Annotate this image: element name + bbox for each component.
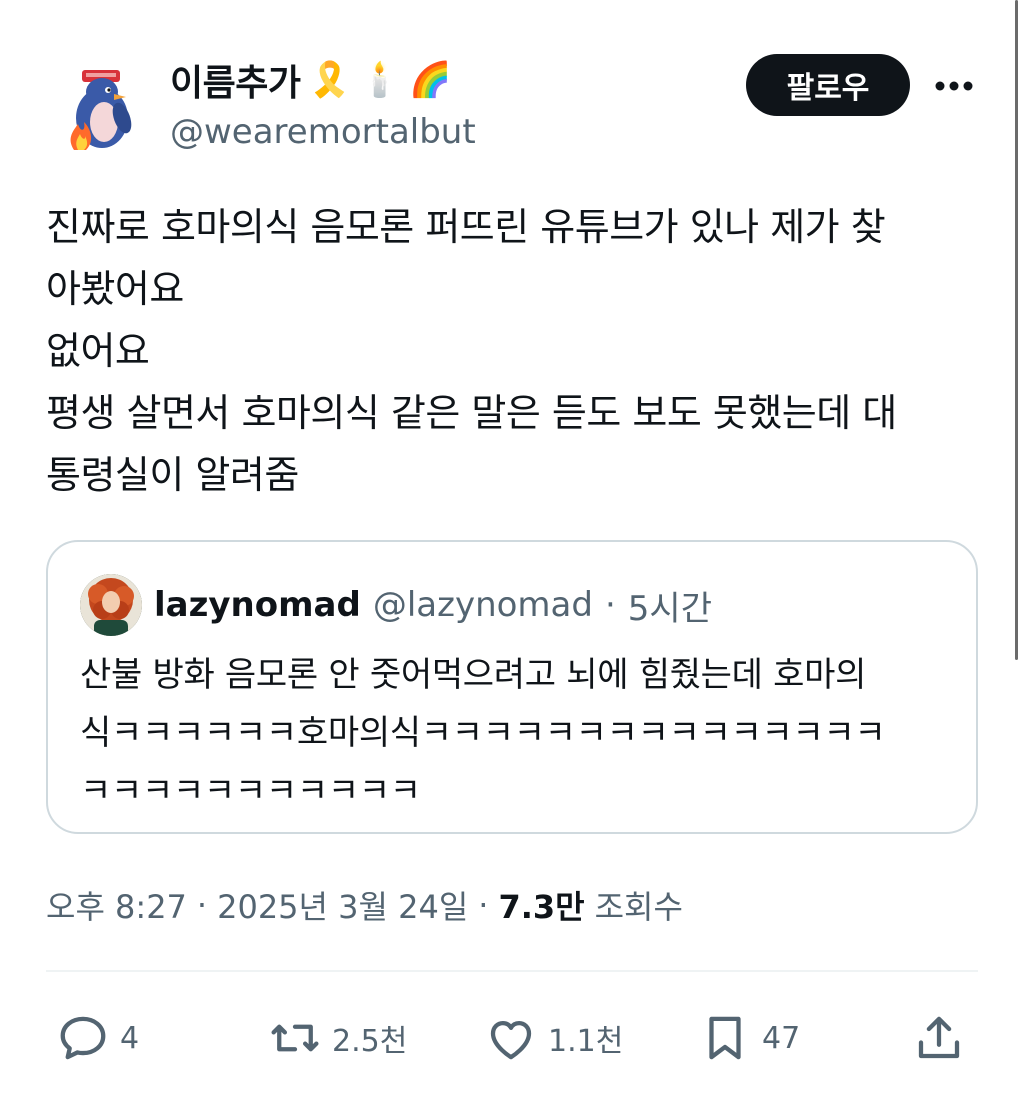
quoted-author-handle[interactable]: @lazynomad	[373, 585, 593, 625]
tweet-line: 진짜로 호마의식 음모론 퍼뜨린 유튜브가 있나 제가 찾	[46, 205, 886, 249]
divider	[46, 970, 978, 972]
scrollbar[interactable]	[1015, 0, 1018, 660]
tweet-time[interactable]: 오후 8:27	[46, 882, 187, 928]
tweet-line: 없어요	[46, 329, 150, 373]
like-count: 1.1천	[548, 1024, 624, 1059]
repost-icon	[271, 1024, 319, 1052]
more-icon	[935, 81, 973, 91]
quoted-tweet-text: 산불 방화 음모론 안 줏어먹으려고 뇌에 힘줬는데 호마의 식ㅋㅋㅋㅋㅋㅋ호마…	[80, 646, 960, 820]
bookmark-count: 47	[762, 1020, 801, 1056]
author-handle[interactable]: @wearemortalbut	[170, 112, 476, 152]
tweet-line: 통령실이 알려줌	[46, 453, 299, 497]
share-icon	[918, 1016, 960, 1059]
candle-emoji: 🕯️	[358, 60, 402, 100]
curly-hair-avatar-icon	[80, 574, 142, 636]
quoted-author-avatar[interactable]	[80, 574, 142, 636]
tweet-text: 진짜로 호마의식 음모론 퍼뜨린 유튜브가 있나 제가 찾 아봤어요 없어요 평…	[46, 196, 986, 506]
views-label: 조회수	[594, 888, 683, 926]
tweet-detail: 이름추가 🎗️ 🕯️ 🌈 @wearemortalbut 팔로우 진짜로 호마의…	[0, 0, 1024, 1100]
separator-dot: ·	[478, 886, 489, 924]
quoted-tweet-time[interactable]: 5시간	[628, 581, 712, 630]
tweet-date[interactable]: 2025년 3월 24일	[217, 882, 468, 928]
tweet-line: 아봤어요	[46, 267, 184, 311]
share-button[interactable]	[912, 1000, 966, 1076]
repost-button[interactable]: 2.5천	[268, 1000, 407, 1076]
separator-dot: ·	[604, 585, 616, 625]
author-name-row[interactable]: 이름추가 🎗️ 🕯️ 🌈	[170, 52, 452, 108]
quoted-line: ㅋㅋㅋㅋㅋㅋㅋㅋㅋㅋㅋ	[80, 771, 421, 811]
action-bar: 4 2.5천 1.1천 47	[0, 1000, 1024, 1076]
author-avatar[interactable]	[52, 60, 152, 160]
quoted-line: 식ㅋㅋㅋㅋㅋㅋ호마의식ㅋㅋㅋㅋㅋㅋㅋㅋㅋㅋㅋㅋㅋㅋㅋ	[80, 713, 886, 753]
bookmark-button[interactable]: 47	[698, 1000, 800, 1076]
repost-count: 2.5천	[332, 1024, 408, 1059]
reply-count: 4	[120, 1020, 140, 1056]
reply-button[interactable]: 4	[56, 1000, 139, 1076]
views-count[interactable]: 7.3만	[498, 882, 584, 928]
ribbon-emoji: 🎗️	[308, 60, 351, 100]
tweet-line: 평생 살면서 호마의식 같은 말은 듣도 보도 못했는데 대	[46, 391, 897, 435]
quoted-author-name[interactable]: lazynomad	[154, 585, 361, 625]
tweet-meta: 오후 8:27 · 2025년 3월 24일 · 7.3만 조회수	[46, 882, 683, 928]
follow-button[interactable]: 팔로우	[746, 54, 910, 116]
quoted-tweet-header: lazynomad @lazynomad · 5시간	[154, 580, 712, 630]
separator-dot: ·	[196, 886, 208, 924]
penguin-avatar-icon	[52, 60, 152, 160]
rainbow-emoji: 🌈	[409, 60, 452, 100]
like-button[interactable]: 1.1천	[484, 1000, 623, 1076]
more-button[interactable]	[926, 66, 982, 106]
quoted-tweet-card[interactable]: lazynomad @lazynomad · 5시간 산불 방화 음모론 안 줏…	[46, 540, 978, 834]
heart-icon	[490, 1021, 532, 1060]
bookmark-icon	[709, 1016, 741, 1060]
reply-icon	[60, 1016, 106, 1060]
author-display-name[interactable]: 이름추가	[170, 54, 301, 106]
quoted-line: 산불 방화 음모론 안 줏어먹으려고 뇌에 힘줬는데 호마의	[80, 655, 867, 695]
